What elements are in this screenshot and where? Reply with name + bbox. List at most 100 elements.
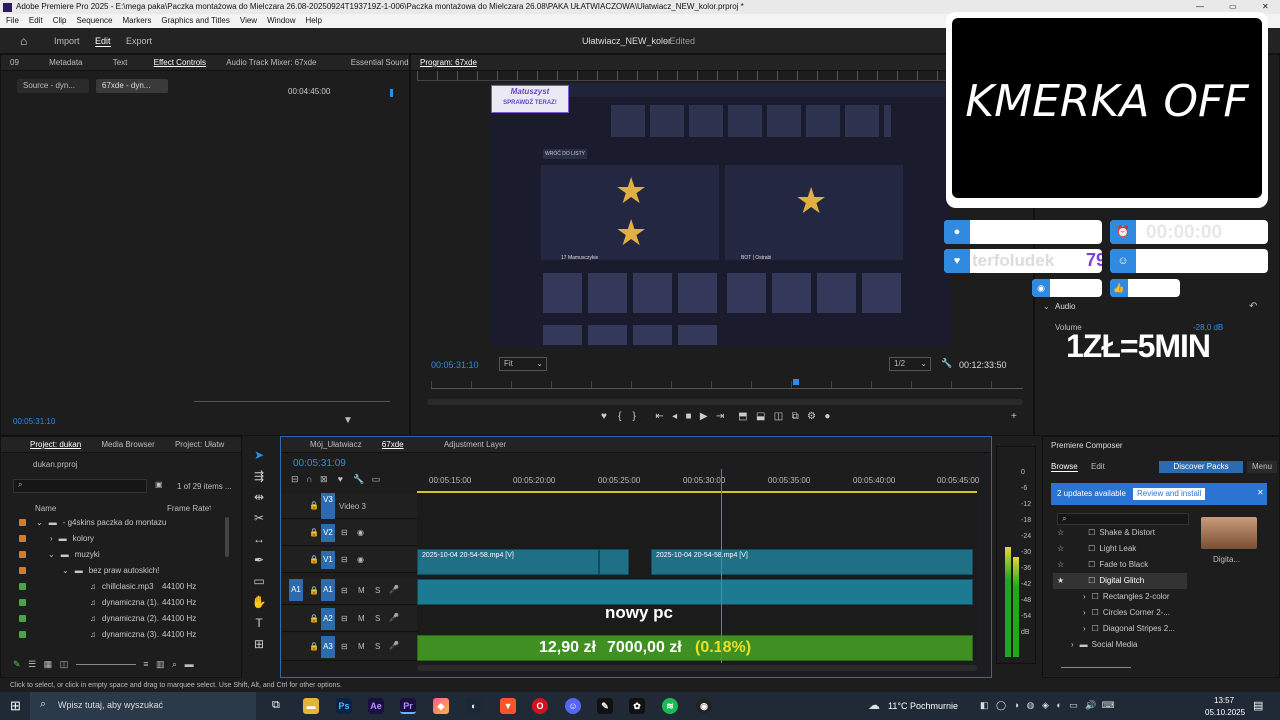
sync-lock-icon[interactable]: ⊟ (341, 614, 348, 623)
icon-view-icon[interactable]: ▦ (44, 659, 53, 669)
in-point-icon[interactable]: { (618, 411, 621, 422)
list-item[interactable]: › ☐ Rectangles 2-color (1053, 589, 1187, 605)
home-icon[interactable]: ⌂ (20, 34, 27, 48)
tab-audio-mixer[interactable]: Audio Track Mixer: 67xde (217, 55, 325, 71)
lock-icon[interactable]: 🔒 (309, 614, 319, 623)
volume-icon[interactable]: 🔊 (1085, 700, 1096, 710)
windows-start-icon[interactable]: ⊞ (10, 698, 21, 714)
track-a2-target[interactable]: A2 (321, 608, 335, 630)
lock-icon[interactable]: 🔒 (309, 642, 319, 651)
solo-button[interactable]: S (375, 586, 380, 595)
track-select-icon[interactable]: ⇶ (246, 466, 272, 487)
sort-icon[interactable]: ≡ (143, 659, 148, 669)
solo-button[interactable]: S (375, 614, 380, 623)
composer-zoom-slider[interactable] (1061, 667, 1131, 668)
tab-effect-controls[interactable]: Effect Controls (145, 55, 215, 71)
list-item[interactable]: ☆ ☐ Light Leak (1053, 541, 1187, 557)
record-icon[interactable]: ● (824, 411, 830, 422)
tab-project-dukan[interactable]: Project: dukan (21, 437, 90, 453)
source-sub-tab-1[interactable]: Source - dyn... (17, 79, 89, 93)
list-item[interactable]: ☆ ☐ Shake & Distort (1053, 525, 1187, 541)
tab-project-ulatw[interactable]: Project: Ułatw (166, 437, 233, 453)
tray-app-icon-1[interactable]: ◧ (980, 700, 989, 710)
sync-lock-icon[interactable]: ⊟ (341, 642, 348, 651)
menu-clip[interactable]: Clip (53, 16, 67, 25)
chevron-down-icon[interactable]: ⌄ (36, 518, 43, 527)
compare-icon[interactable]: ⧉ (792, 411, 799, 422)
list-item[interactable]: ☆ ☐ Fade to Black (1053, 557, 1187, 573)
marker-icon[interactable]: ♥ (601, 411, 607, 422)
sync-lock-icon[interactable]: ⊟ (341, 586, 348, 595)
tray-app-icon-2[interactable]: ◯ (996, 700, 1006, 710)
hand-icon[interactable]: ✋ (246, 592, 272, 613)
list-view-icon[interactable]: ☰ (28, 659, 36, 669)
clock-date[interactable]: 05.10.2025 (1205, 708, 1245, 717)
menu-markers[interactable]: Markers (123, 16, 152, 25)
app-icon-gradient[interactable]: ◆ (433, 698, 449, 714)
weather-icon[interactable]: ☁ (868, 698, 880, 712)
mute-button[interactable]: M (358, 614, 365, 623)
spotify-icon[interactable]: ≋ (662, 698, 678, 714)
program-tab[interactable]: Program: 67xde (411, 55, 486, 71)
program-zoom-bar[interactable] (427, 399, 1023, 405)
discord-app-icon[interactable]: ☺ (565, 698, 581, 714)
task-view-icon[interactable]: ⧉ (272, 699, 280, 712)
star-icon[interactable]: ☆ (1057, 544, 1064, 553)
obs-icon[interactable]: ◉ (696, 698, 712, 714)
chevron-down-icon[interactable]: ⌄ (62, 566, 69, 575)
go-to-out-icon[interactable]: ⇥ (716, 411, 724, 422)
notification-icon[interactable]: ▤ (1253, 699, 1263, 712)
lock-icon[interactable]: 🔒 (309, 555, 319, 564)
slip-icon[interactable]: ↔ (246, 529, 272, 550)
audio-clip-a1[interactable] (417, 579, 973, 605)
timeline-wrench-icon[interactable]: 🔧 (353, 474, 364, 484)
type-icon[interactable]: T (246, 613, 272, 634)
tab-adjustment-layer[interactable]: Adjustment Layer (435, 437, 515, 453)
ripple-edit-icon[interactable]: ⇹ (246, 487, 272, 508)
add-marker-icon[interactable]: ♥ (338, 474, 343, 484)
chevron-down-icon[interactable]: ⌄ (48, 550, 55, 559)
snap-icon[interactable]: ∩ (306, 474, 312, 484)
chevron-right-icon[interactable]: › (1083, 608, 1086, 617)
program-playhead[interactable] (793, 379, 799, 385)
track-v3-target[interactable]: V3 (321, 493, 335, 519)
video-clip-short[interactable] (599, 549, 629, 575)
composer-tab-edit[interactable]: Edit (1091, 462, 1105, 471)
zoom-slider[interactable] (75, 664, 136, 666)
chevron-right-icon[interactable]: › (1083, 624, 1086, 633)
tab-sequence-ulatwiacz[interactable]: Mój_Ułatwiacz (301, 437, 371, 453)
list-item[interactable]: ⌄ ▬ muzyki (1, 547, 225, 563)
menu-graphics[interactable]: Graphics and Titles (161, 16, 229, 25)
tab-media-browser[interactable]: Media Browser (92, 437, 163, 453)
menu-help[interactable]: Help (306, 16, 322, 25)
pen-icon[interactable]: ✒ (246, 550, 272, 571)
pencil-icon[interactable]: ✎ (13, 659, 21, 669)
track-v1-target[interactable]: V1 (321, 551, 335, 569)
play-icon[interactable]: ▶ (700, 411, 708, 422)
brave-icon[interactable]: ▼ (500, 698, 516, 714)
list-item[interactable]: › ☐ Diagonal Stripes 2... (1053, 621, 1187, 637)
mute-button[interactable]: M (358, 586, 365, 595)
preset-thumbnail[interactable] (1201, 517, 1257, 549)
menu-edit[interactable]: Edit (29, 16, 43, 25)
video-clip[interactable]: 2025-10-04 20-54-58.mp4 [V] (417, 549, 599, 575)
find-icon[interactable]: ⌕ (172, 659, 177, 669)
mute-button[interactable]: M (358, 642, 365, 651)
list-item[interactable]: › ☐ Circles Corner 2-... (1053, 605, 1187, 621)
after-effects-icon[interactable]: Ae (368, 698, 384, 714)
captions-toggle-icon[interactable]: ▭ (372, 474, 381, 484)
chatgpt-icon[interactable]: ✿ (629, 698, 645, 714)
add-button-icon[interactable]: + (1011, 411, 1017, 422)
tab-text[interactable]: Text (104, 55, 137, 71)
extract-icon[interactable]: ⬓ (756, 411, 765, 422)
tab-metadata[interactable]: Metadata (40, 55, 91, 71)
close-icon[interactable]: ✕ (1257, 488, 1264, 497)
eye-icon[interactable]: ◉ (357, 555, 364, 564)
freeform-view-icon[interactable]: ◫ (60, 659, 69, 669)
timeline-ruler[interactable]: 00:05:15:00 00:05:20:00 00:05:25:00 00:0… (417, 473, 979, 493)
checkbox-icon[interactable]: ☐ (1088, 544, 1095, 553)
sync-lock-icon[interactable]: ⊟ (341, 555, 348, 564)
checkbox-icon[interactable]: ☐ (1092, 624, 1099, 633)
quality-dropdown[interactable]: 1/2 ⌄ (889, 357, 931, 371)
list-item-selected[interactable]: ★ ☐ Digital Glitch (1053, 573, 1187, 589)
